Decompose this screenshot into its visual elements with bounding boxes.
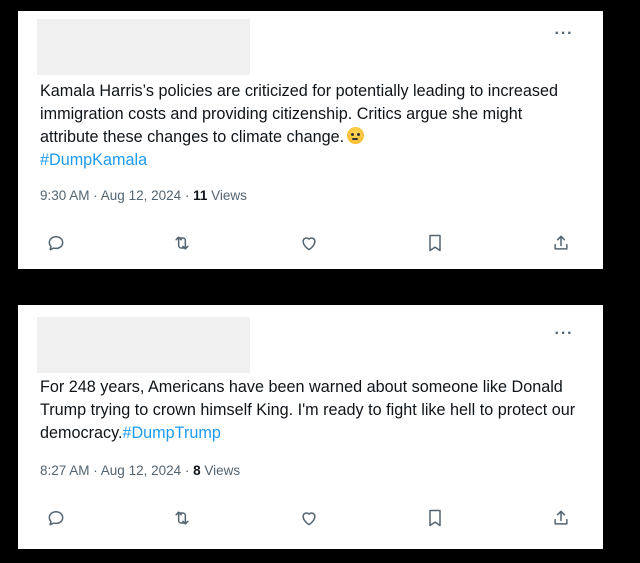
like-icon bbox=[302, 237, 316, 251]
views-count: 8 bbox=[193, 463, 201, 478]
tweet-date[interactable]: Aug 12, 2024 bbox=[101, 463, 181, 478]
views-count: 11 bbox=[193, 188, 208, 203]
tweet-metadata: 9:30 AM · Aug 12, 2024 · 11 Views bbox=[40, 188, 247, 203]
retweet-button[interactable] bbox=[172, 508, 194, 530]
hashtag-link[interactable]: #DumpKamala bbox=[40, 151, 147, 169]
reply-button[interactable] bbox=[46, 233, 68, 255]
reply-icon bbox=[48, 511, 64, 526]
share-button[interactable] bbox=[551, 233, 573, 255]
views-label: Views bbox=[207, 188, 247, 203]
tweet-body-text: Kamala Harris’s policies are criticized … bbox=[40, 82, 558, 146]
reply-icon bbox=[48, 236, 64, 251]
more-options-button[interactable]: ··· bbox=[553, 26, 575, 42]
bookmark-button[interactable] bbox=[425, 508, 447, 530]
redacted-author-header bbox=[37, 317, 250, 373]
tweet-time[interactable]: 9:30 AM bbox=[40, 188, 90, 203]
redacted-author-header bbox=[37, 19, 250, 75]
tweet-time[interactable]: 8:27 AM bbox=[40, 463, 90, 478]
more-options-button[interactable]: ··· bbox=[553, 326, 575, 342]
hashtag-link[interactable]: #DumpTrump bbox=[122, 424, 220, 442]
separator: · bbox=[89, 188, 101, 203]
like-icon bbox=[302, 512, 316, 526]
rolling-eyes-emoji-icon bbox=[347, 127, 365, 144]
separator: · bbox=[181, 188, 194, 203]
like-button[interactable] bbox=[299, 233, 321, 255]
tweet-text: For 248 years, Americans have been warne… bbox=[40, 376, 585, 445]
reply-button[interactable] bbox=[46, 508, 68, 530]
bookmark-button[interactable] bbox=[425, 233, 447, 255]
share-icon bbox=[554, 235, 568, 250]
tweet-text: Kamala Harris’s policies are criticized … bbox=[40, 80, 585, 172]
tweet-body-text: For 248 years, Americans have been warne… bbox=[40, 378, 576, 442]
separator: · bbox=[181, 463, 194, 478]
bookmark-icon bbox=[429, 509, 441, 527]
share-button[interactable] bbox=[551, 508, 573, 530]
bookmark-icon bbox=[429, 234, 441, 252]
tweet-card[interactable]: ··· Kamala Harris’s policies are critici… bbox=[18, 11, 603, 269]
action-bar bbox=[18, 508, 603, 532]
retweet-icon bbox=[175, 511, 189, 525]
separator: · bbox=[89, 463, 101, 478]
tweet-card[interactable]: ··· For 248 years, Americans have been w… bbox=[18, 305, 603, 549]
tweet-metadata: 8:27 AM · Aug 12, 2024 · 8 Views bbox=[40, 463, 240, 478]
like-button[interactable] bbox=[299, 508, 321, 530]
share-icon bbox=[554, 510, 568, 525]
retweet-icon bbox=[175, 236, 189, 250]
tweet-date[interactable]: Aug 12, 2024 bbox=[101, 188, 181, 203]
retweet-button[interactable] bbox=[172, 233, 194, 255]
views-label: Views bbox=[200, 463, 241, 478]
action-bar bbox=[18, 233, 603, 257]
